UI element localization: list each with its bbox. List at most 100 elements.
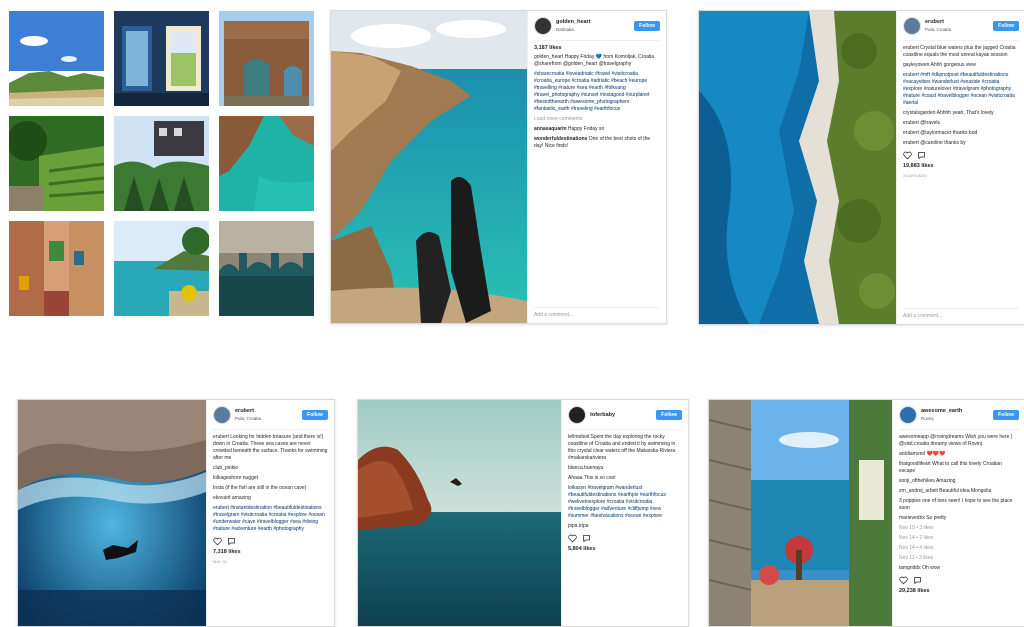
follow-button[interactable]: Follow: [993, 410, 1019, 420]
follow-button[interactable]: Follow: [656, 410, 682, 420]
post-hashtags[interactable]: #sharecroatia #loveadriatic #travel #vis…: [534, 71, 660, 113]
post-hashtags[interactable]: lolkasyn #travelgram #wanderlust #beauti…: [568, 485, 682, 520]
comment-meta: Nov 11 • 3 likes: [899, 555, 934, 561]
photo-grid: [0, 0, 320, 325]
comment-icon[interactable]: [227, 537, 236, 546]
post-username[interactable]: awesome_earth: [921, 408, 962, 415]
comment-text: Happy Friday sir: [567, 126, 605, 132]
comment-username[interactable]: annasaquarin: [534, 126, 567, 132]
post-timestamp: 3 DAYS AGO: [903, 173, 927, 178]
post-photo-cliff-jump[interactable]: [358, 400, 561, 626]
post-timestamp: MAY 31: [213, 559, 227, 564]
post-sidebar: awesome_earth Rovinj Follow awesomeapp @…: [892, 400, 1024, 626]
grid-tile-turquoise-rocks[interactable]: [219, 116, 314, 211]
post-card-erubert-aerial: erubert Pula, Croatia Follow erubert Cry…: [698, 10, 1024, 325]
avatar[interactable]: [534, 17, 552, 35]
post-card-awesome-earth: awesome_earth Rovinj Follow awesomeapp @…: [708, 399, 1024, 627]
grid-tile-village-flags[interactable]: [114, 116, 209, 211]
post-caption: erubert Looking for hidden treasure (and…: [213, 434, 328, 461]
comment: blanca.buenaya: [568, 465, 604, 471]
load-more-comments-link[interactable]: Load more comments: [534, 116, 660, 123]
heart-icon[interactable]: [899, 576, 908, 585]
action-icons: [903, 151, 1019, 160]
post-photo-rovinj-terrace[interactable]: [709, 400, 892, 626]
likes-count[interactable]: 5,804 likes: [568, 546, 682, 553]
post-header: erubert Pula, Croatia Follow: [213, 406, 328, 430]
post-photo-underwater-cave[interactable]: [18, 400, 206, 626]
add-comment-input[interactable]: Add a comment...: [534, 307, 660, 319]
post-username[interactable]: erubert: [235, 408, 261, 415]
follow-button[interactable]: Follow: [302, 410, 328, 420]
post-header: awesome_earth Rovinj Follow: [899, 406, 1019, 430]
comment: antdiamond ❤️❤️❤️: [899, 451, 946, 457]
post-sidebar: erubert Pula, Croatia Follow erubert Cry…: [896, 11, 1024, 324]
post-username[interactable]: erubert: [925, 19, 951, 26]
grid-tile-alley[interactable]: [9, 221, 104, 316]
post-sidebar: toferbaby Follow tellmeboil Spent the da…: [561, 400, 688, 626]
grid-tile-coast-view[interactable]: [114, 221, 209, 316]
comment: Insta (if the fish are still in the ocea…: [213, 485, 307, 491]
avatar[interactable]: [899, 406, 917, 424]
heart-icon[interactable]: [568, 534, 577, 543]
action-icons: [568, 534, 682, 543]
comment: Ahaaa This is so cool: [568, 475, 616, 481]
post-username[interactable]: golden_heart: [556, 19, 591, 26]
post-location[interactable]: Dalmatia: [556, 26, 591, 33]
comment: ekovant amazing: [213, 495, 251, 501]
grid-tile-vineyard[interactable]: [9, 116, 104, 211]
post-hashtags[interactable]: erubert #instantdestination #beautifulde…: [213, 505, 328, 533]
grid-tile-mountain[interactable]: [9, 11, 104, 106]
comment-meta: Nov 14 • 2 likes: [899, 535, 934, 541]
follow-button[interactable]: Follow: [993, 21, 1019, 31]
comment-username[interactable]: wonderfuldestinations: [534, 136, 587, 142]
action-icons: [899, 576, 1019, 585]
likes-count[interactable]: 29,238 likes: [899, 588, 1019, 595]
follow-button[interactable]: Follow: [634, 21, 660, 31]
comment-meta: Nov 19 • 3 likes: [899, 525, 934, 531]
post-caption: erubert Crystal blue waters plus the jag…: [903, 45, 1016, 58]
post-hashtags[interactable]: erubert #mft #dkpnotpost #beautifuldesti…: [903, 72, 1019, 107]
avatar[interactable]: [903, 17, 921, 35]
action-icons: [213, 537, 328, 546]
comment: pipa.tripa: [568, 523, 589, 529]
comment-icon[interactable]: [582, 534, 591, 543]
heart-icon[interactable]: [903, 151, 912, 160]
comment: thatgoodlifeart What to call this lovely…: [899, 461, 1002, 474]
post-username[interactable]: toferbaby: [590, 412, 615, 419]
post-header: toferbaby Follow: [568, 406, 682, 430]
comment-icon[interactable]: [917, 151, 926, 160]
comment: marievedrix So pretty: [899, 515, 947, 521]
avatar[interactable]: [213, 406, 231, 424]
comment: erubert @caroline thanks by: [903, 140, 966, 146]
post-location[interactable]: Pula, Croatia: [235, 415, 261, 422]
post-caption: golden_heart Happy Friday 💙 from Komolja…: [534, 54, 655, 67]
comment: zrn_andrej_arbeit Beautiful idea Mongoli…: [899, 488, 992, 494]
grid-tile-sea-arches[interactable]: [219, 221, 314, 316]
post-card-golden-heart: golden_heart Dalmatia Follow 3,187 likes…: [330, 10, 667, 324]
avatar[interactable]: [568, 406, 586, 424]
comment: 3 poppies one of tons seen! I hope to se…: [899, 498, 1013, 511]
post-card-erubert-cave: erubert Pula, Croatia Follow erubert Loo…: [17, 399, 335, 627]
post-photo-aerial-coast[interactable]: [699, 11, 896, 324]
comment: gayleyowen Ahhh gorgeous view: [903, 62, 976, 68]
comment: crystalsgarden Ahhhh yeah, That's lovely: [903, 110, 994, 116]
comment: sonji_ofthehikes Amazing: [899, 478, 956, 484]
grid-tile-window[interactable]: [114, 11, 209, 106]
comment: erubert @travels: [903, 120, 941, 126]
likes-count[interactable]: 7,318 likes: [213, 549, 328, 556]
post-sidebar: golden_heart Dalmatia Follow 3,187 likes…: [527, 11, 666, 323]
post-header: golden_heart Dalmatia Follow: [534, 17, 660, 41]
post-photo-cliff-feet[interactable]: [331, 11, 527, 323]
post-location[interactable]: Pula, Croatia: [925, 26, 951, 33]
comment-icon[interactable]: [913, 576, 922, 585]
comment: iamgridds Oh wow: [899, 565, 941, 571]
heart-icon[interactable]: [213, 537, 222, 546]
grid-tile-ruins[interactable]: [219, 11, 314, 106]
comment-meta: Nov 14 • 4 likes: [899, 545, 934, 551]
comment: erubert @taylormacer thanks bud: [903, 130, 978, 136]
post-location[interactable]: Rovinj: [921, 415, 962, 422]
post-header: erubert Pula, Croatia Follow: [903, 17, 1019, 41]
likes-count[interactable]: 19,883 likes: [903, 163, 1019, 170]
add-comment-input[interactable]: Add a comment...: [903, 308, 1019, 320]
likes-count[interactable]: 3,187 likes: [534, 45, 660, 52]
